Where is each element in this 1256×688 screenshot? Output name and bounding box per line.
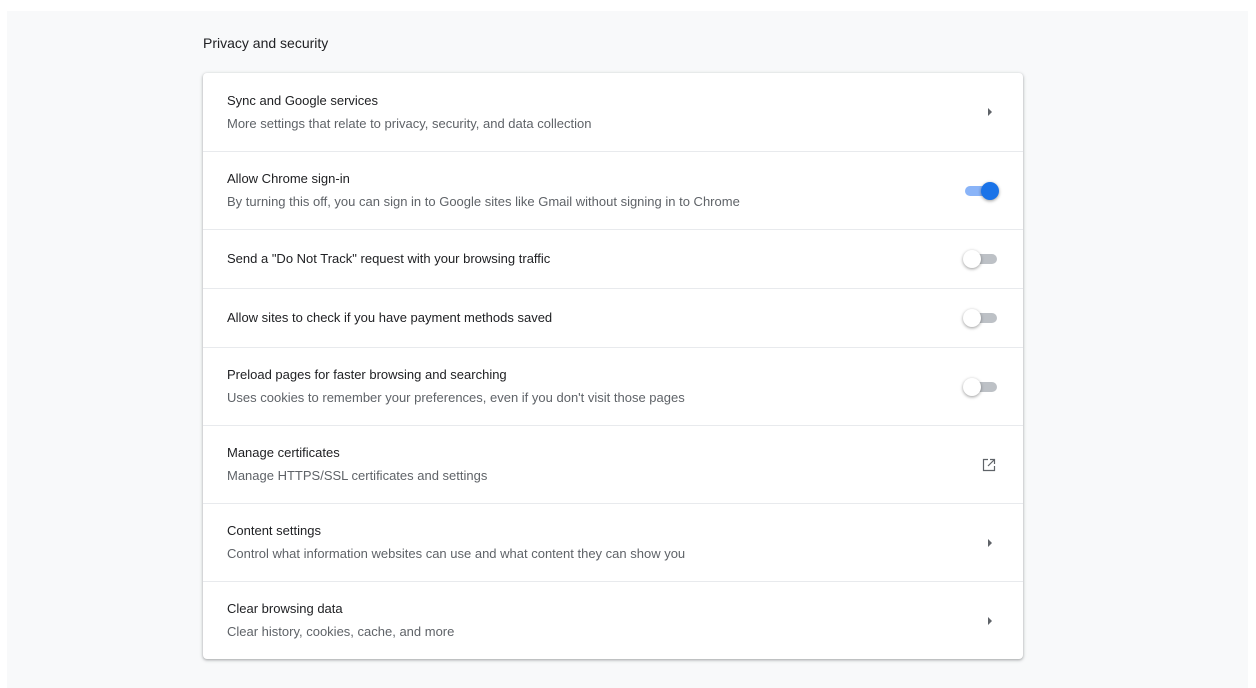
allow-chrome-signin-toggle[interactable]	[963, 181, 999, 201]
clear-browsing-data-row[interactable]: Clear browsing data Clear history, cooki…	[203, 581, 1023, 659]
toggle-knob	[963, 309, 981, 327]
row-sublabel: More settings that relate to privacy, se…	[227, 115, 592, 131]
row-text: Allow sites to check if you have payment…	[227, 309, 959, 327]
toggle-knob	[963, 250, 981, 268]
row-sublabel: Clear history, cookies, cache, and more	[227, 624, 455, 639]
payment-methods-row[interactable]: Allow sites to check if you have payment…	[203, 288, 1023, 347]
row-text: Sync and Google services More settings t…	[227, 92, 959, 133]
arrow-right-icon[interactable]	[988, 538, 992, 547]
row-text: Allow Chrome sign-in By turning this off…	[227, 170, 959, 211]
row-sublabel: Manage HTTPS/SSL certificates and settin…	[227, 468, 488, 483]
row-text: Send a "Do Not Track" request with your …	[227, 250, 959, 268]
settings-page: Privacy and security Sync and Google ser…	[7, 11, 1248, 688]
do-not-track-toggle[interactable]	[963, 249, 999, 269]
row-action	[959, 367, 999, 407]
toggle-knob	[963, 377, 981, 396]
row-sublabel: Uses cookies to remember your preference…	[227, 390, 685, 405]
row-label: Preload pages for faster browsing and se…	[227, 367, 507, 382]
content-settings-row[interactable]: Content settings Control what informatio…	[203, 503, 1023, 581]
row-label: Sync and Google services	[227, 92, 379, 108]
manage-certificates-row[interactable]: Manage certificates Manage HTTPS/SSL cer…	[203, 425, 1023, 503]
arrow-right-icon[interactable]	[988, 616, 992, 625]
row-action	[959, 445, 999, 485]
section-title: Privacy and security	[203, 35, 329, 51]
payment-methods-toggle[interactable]	[963, 308, 999, 328]
row-sublabel: By turning this off, you can sign in to …	[227, 194, 740, 209]
row-label: Content settings	[227, 523, 321, 538]
row-text: Preload pages for faster browsing and se…	[227, 366, 959, 407]
row-label: Allow Chrome sign-in	[227, 171, 350, 186]
allow-chrome-signin-row[interactable]: Allow Chrome sign-in By turning this off…	[203, 151, 1023, 229]
row-label: Allow sites to check if you have payment…	[227, 310, 553, 325]
row-action	[959, 171, 999, 211]
row-label: Clear browsing data	[227, 601, 343, 616]
row-label: Send a "Do Not Track" request with your …	[227, 251, 551, 266]
row-text: Manage certificates Manage HTTPS/SSL cer…	[227, 444, 959, 485]
row-action	[959, 523, 999, 563]
row-action	[959, 601, 999, 641]
preload-pages-row[interactable]: Preload pages for faster browsing and se…	[203, 347, 1023, 425]
row-label: Manage certificates	[227, 445, 340, 460]
preload-pages-toggle[interactable]	[963, 377, 999, 397]
row-action	[959, 298, 999, 338]
row-text: Clear browsing data Clear history, cooki…	[227, 600, 959, 641]
privacy-security-card: Sync and Google services More settings t…	[203, 73, 1023, 659]
arrow-right-icon[interactable]	[988, 108, 992, 116]
row-action	[959, 239, 999, 279]
row-text: Content settings Control what informatio…	[227, 522, 959, 563]
toggle-knob	[981, 181, 999, 200]
do-not-track-row[interactable]: Send a "Do Not Track" request with your …	[203, 229, 1023, 288]
external-link-icon[interactable]	[982, 458, 996, 472]
row-sublabel: Control what information websites can us…	[227, 546, 686, 561]
row-action	[959, 92, 999, 132]
sync-google-services-row[interactable]: Sync and Google services More settings t…	[203, 73, 1023, 151]
